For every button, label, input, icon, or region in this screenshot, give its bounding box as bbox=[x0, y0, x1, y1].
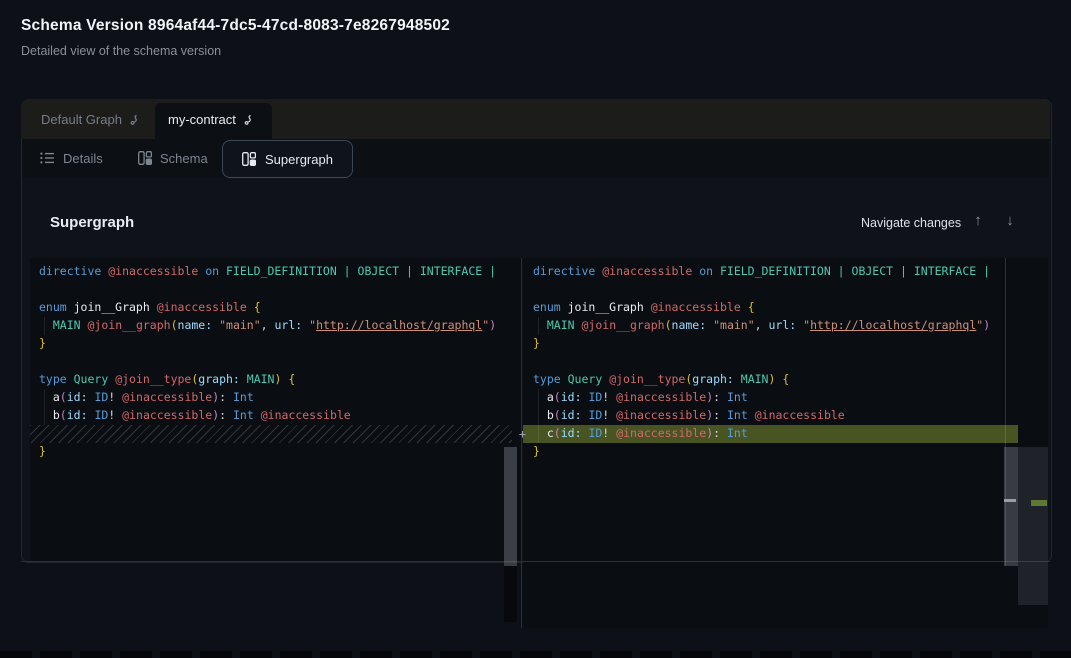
tab-schema-label: Schema bbox=[160, 151, 208, 166]
left-scrollbar-track bbox=[504, 562, 517, 622]
arrow-down-icon[interactable]: ↓ bbox=[1001, 212, 1019, 229]
code-line-code: } bbox=[39, 442, 509, 460]
tab-schema[interactable]: Schema bbox=[138, 146, 208, 170]
original-code: directive @inaccessible on FIELD_DEFINIT… bbox=[39, 262, 509, 460]
tab-my-contract-label: my-contract bbox=[168, 112, 236, 127]
layout-icon bbox=[242, 152, 256, 166]
code-line-code: type Query @join__type(graph: MAIN) { bbox=[39, 370, 509, 388]
code-line-code: } bbox=[39, 334, 509, 352]
minimap-change-marker bbox=[1004, 499, 1016, 502]
code-line-added: c(id: ID! @inaccessible): Int bbox=[533, 424, 1011, 442]
code-line-blank bbox=[533, 280, 1011, 298]
code-line-code: } bbox=[533, 442, 1011, 460]
code-line-code: a(id: ID! @inaccessible): Int bbox=[39, 388, 509, 406]
arrow-up-icon[interactable]: ↑ bbox=[969, 212, 987, 229]
left-scrollbar-slider[interactable] bbox=[504, 447, 517, 566]
tab-my-contract[interactable]: my-contract bbox=[168, 99, 254, 139]
bottom-scroll-dashes bbox=[0, 651, 1071, 658]
code-line-blank bbox=[39, 280, 509, 298]
code-line-code: directive @inaccessible on FIELD_DEFINIT… bbox=[533, 262, 1011, 280]
tab-details-label: Details bbox=[63, 151, 103, 166]
panel-heading: Supergraph bbox=[50, 214, 134, 231]
code-line-code: a(id: ID! @inaccessible): Int bbox=[533, 388, 1011, 406]
code-line-code: b(id: ID! @inaccessible): Int @inaccessi… bbox=[533, 406, 1011, 424]
page-title: Schema Version 8964af44-7dc5-47cd-8083-7… bbox=[21, 17, 450, 35]
added-line-plus-indicator: + bbox=[514, 425, 531, 443]
tab-details[interactable]: Details bbox=[40, 146, 103, 170]
layout-icon bbox=[138, 151, 152, 165]
diff-pane-divider bbox=[521, 258, 522, 628]
right-scrollbar-slider[interactable] bbox=[1004, 447, 1018, 566]
variant-icon bbox=[129, 114, 140, 125]
code-line-code: enum join__Graph @inaccessible { bbox=[533, 298, 1011, 316]
code-line-code: enum join__Graph @inaccessible { bbox=[39, 298, 509, 316]
tab-supergraph-label: Supergraph bbox=[265, 152, 333, 167]
variant-icon bbox=[243, 114, 254, 125]
navigate-changes-label: Navigate changes bbox=[861, 216, 961, 230]
code-line-code: } bbox=[533, 334, 1011, 352]
card-bottom-border bbox=[21, 561, 1050, 562]
minimap-insert-marker bbox=[1031, 500, 1047, 506]
minimap-slider[interactable] bbox=[1018, 447, 1048, 605]
code-line-code: MAIN @join__graph(name: "main", url: "ht… bbox=[39, 316, 509, 334]
tab-default-graph[interactable]: Default Graph bbox=[41, 99, 140, 139]
schema-version-page: Schema Version 8964af44-7dc5-47cd-8083-7… bbox=[0, 0, 1071, 658]
page-subtitle: Detailed view of the schema version bbox=[21, 44, 221, 58]
modified-code: directive @inaccessible on FIELD_DEFINIT… bbox=[533, 262, 1011, 460]
code-line-code: directive @inaccessible on FIELD_DEFINIT… bbox=[39, 262, 509, 280]
tab-supergraph[interactable]: Supergraph bbox=[222, 140, 353, 178]
code-line-hatch bbox=[39, 424, 509, 442]
list-icon bbox=[40, 152, 55, 164]
code-line-code: b(id: ID! @inaccessible): Int @inaccessi… bbox=[39, 406, 509, 424]
code-line-blank bbox=[39, 352, 509, 370]
code-line-code: MAIN @join__graph(name: "main", url: "ht… bbox=[533, 316, 1011, 334]
code-line-blank bbox=[533, 352, 1011, 370]
code-line-code: type Query @join__type(graph: MAIN) { bbox=[533, 370, 1011, 388]
tab-default-graph-label: Default Graph bbox=[41, 112, 122, 127]
